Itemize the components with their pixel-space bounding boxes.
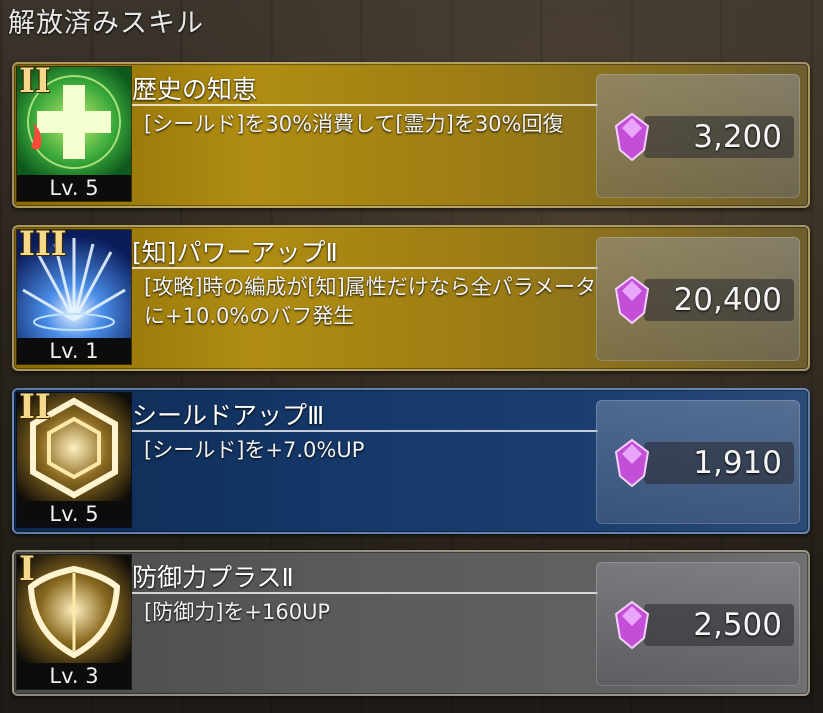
- price-bar: 2,500: [644, 604, 794, 646]
- cost-panel[interactable]: 3,200: [596, 74, 800, 198]
- purple-gem-icon: [614, 275, 650, 325]
- title-divider: [132, 430, 598, 432]
- page-title: 解放済みスキル: [8, 8, 204, 39]
- skill-level: Lv. 5: [17, 175, 131, 201]
- skill-level: Lv. 1: [17, 338, 131, 364]
- skill-icon-frame: II Lv. 5: [16, 66, 132, 202]
- price-bar: 20,400: [644, 279, 794, 321]
- skill-description: [攻略]時の編成が[知]属性だけなら全パラメータに+10.0%のバフ発生: [144, 275, 597, 328]
- skill-icon-frame: II Lv. 5: [16, 392, 132, 528]
- skill-name: 防御力プラスⅡ: [132, 563, 294, 592]
- cost-panel[interactable]: 1,910: [596, 400, 800, 524]
- skill-cost: 20,400: [673, 282, 782, 318]
- title-divider: [132, 267, 598, 269]
- cost-panel[interactable]: 2,500: [596, 562, 800, 686]
- skill-tier: II: [19, 66, 51, 101]
- skill-name: 歴史の知恵: [132, 75, 258, 104]
- skill-cost: 1,910: [693, 445, 782, 481]
- price-bar: 3,200: [644, 116, 794, 158]
- purple-gem-icon: [614, 600, 650, 650]
- skill-card[interactable]: II Lv. 5 歴史の知恵 [シールド]を30%消費して[霊力]を30%回復 …: [12, 62, 810, 208]
- skill-level: Lv. 3: [17, 663, 131, 689]
- skill-description: [防御力]を+160UP: [144, 600, 331, 624]
- skill-tier: I: [19, 554, 35, 589]
- price-bar: 1,910: [644, 442, 794, 484]
- skill-name: シールドアップⅢ: [132, 401, 325, 430]
- skill-tier: III: [19, 229, 67, 264]
- title-divider: [132, 104, 598, 106]
- skill-cost: 3,200: [693, 119, 782, 155]
- skill-icon-frame: III Lv. 1: [16, 229, 132, 365]
- skill-level: Lv. 5: [17, 501, 131, 527]
- cost-panel[interactable]: 20,400: [596, 237, 800, 361]
- skill-card[interactable]: III Lv. 1 [知]パワーアップⅡ [攻略]時の編成が[知]属性だけなら全…: [12, 225, 810, 371]
- skill-description: [シールド]を30%消費して[霊力]を30%回復: [144, 112, 564, 136]
- purple-gem-icon: [614, 112, 650, 162]
- skill-card[interactable]: I Lv. 3 防御力プラスⅡ [防御力]を+160UP 2,500: [12, 550, 810, 696]
- skill-icon-frame: I Lv. 3: [16, 554, 132, 690]
- skill-cost: 2,500: [693, 607, 782, 643]
- title-divider: [132, 592, 598, 594]
- skill-name: [知]パワーアップⅡ: [132, 238, 338, 267]
- skill-card[interactable]: II Lv. 5 シールドアップⅢ [シールド]を+7.0%UP 1,910: [12, 388, 810, 534]
- skill-description: [シールド]を+7.0%UP: [144, 438, 365, 462]
- purple-gem-icon: [614, 438, 650, 488]
- skill-tier: II: [19, 392, 51, 427]
